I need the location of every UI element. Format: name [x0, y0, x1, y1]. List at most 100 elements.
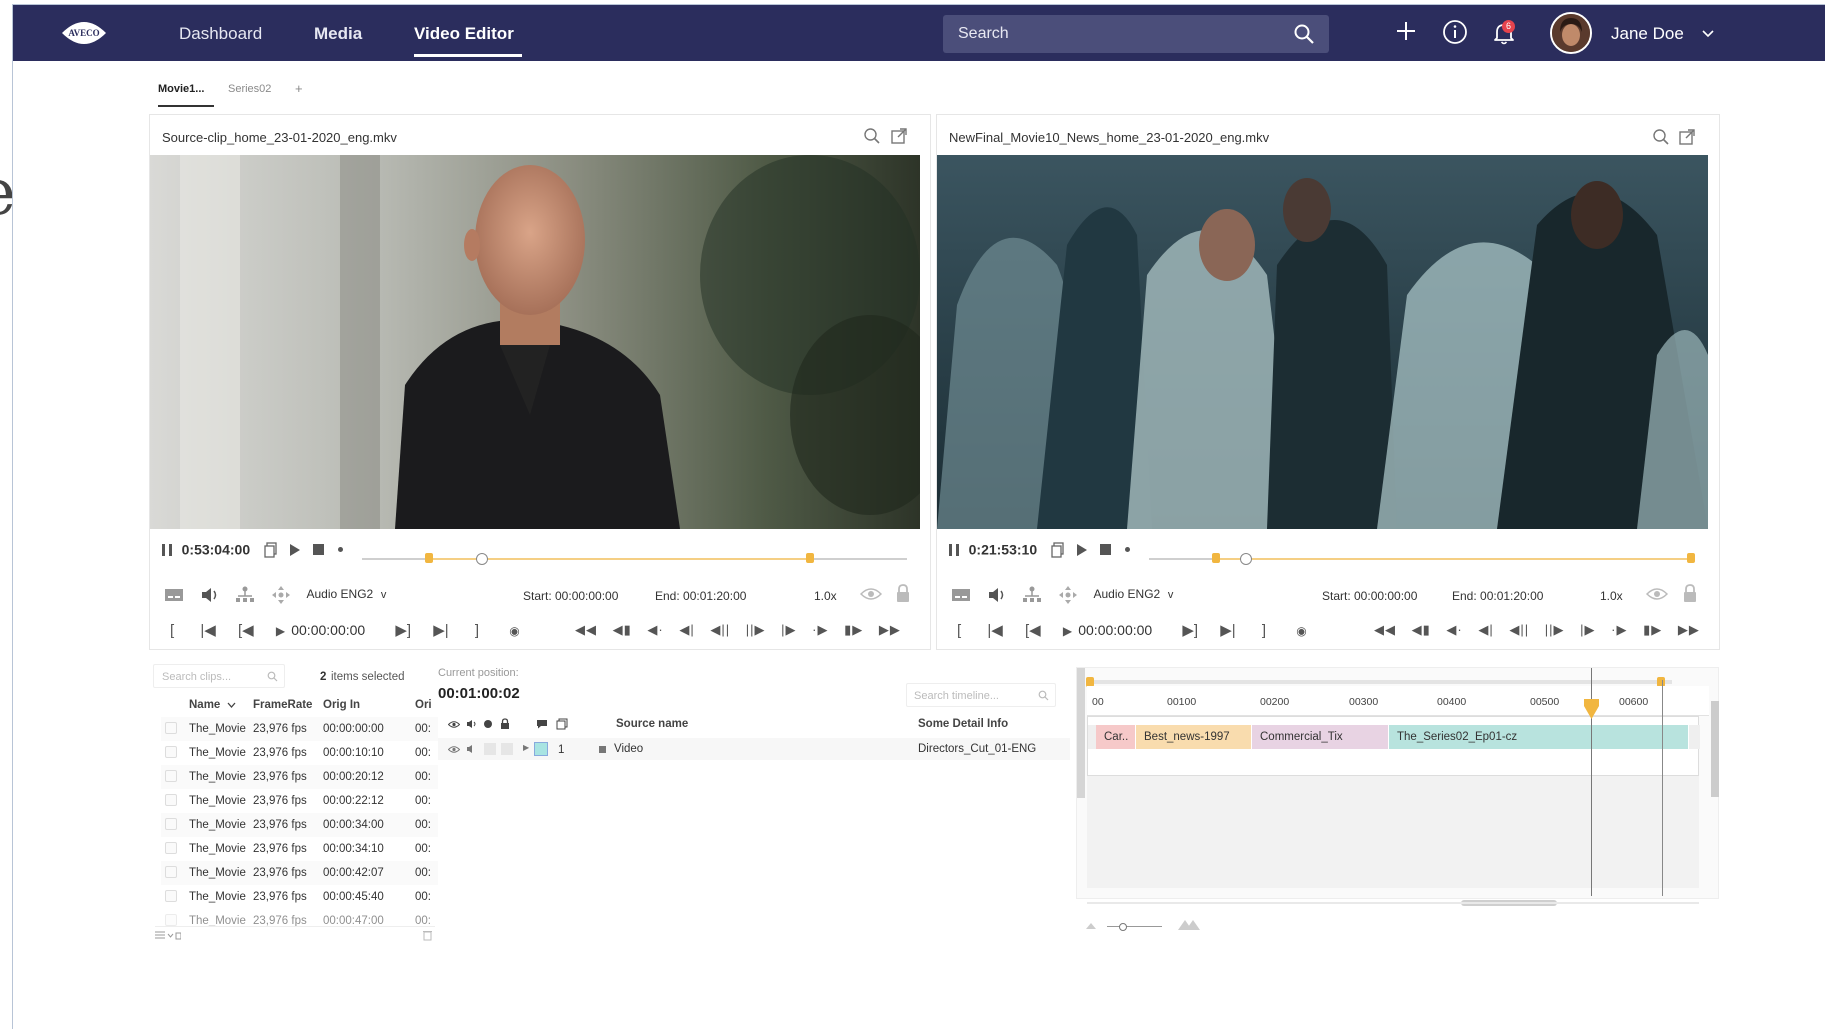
- info-icon[interactable]: [1442, 19, 1468, 45]
- lock-toggle[interactable]: [501, 743, 513, 755]
- frame-forward-icon[interactable]: ||▶: [1545, 622, 1565, 637]
- clip-search-input[interactable]: Search clips...: [153, 664, 285, 688]
- step-forward-icon[interactable]: |▶: [781, 622, 796, 637]
- go-to-out-icon[interactable]: ▶]: [1182, 622, 1198, 639]
- fast-forward-icon[interactable]: ▶▶: [1678, 622, 1700, 637]
- step-back-icon[interactable]: ◀|: [679, 622, 694, 637]
- row-checkbox[interactable]: [165, 794, 177, 806]
- volume-icon[interactable]: [466, 719, 478, 729]
- go-to-in-icon[interactable]: [◀: [1025, 622, 1041, 639]
- source-audio-select[interactable]: Audio ENG2: [307, 587, 374, 601]
- source-speed-select[interactable]: 1.0x: [814, 589, 837, 603]
- row-checkbox[interactable]: [165, 890, 177, 902]
- lock-icon[interactable]: [500, 718, 510, 730]
- logo[interactable]: AVECO: [58, 15, 110, 49]
- frame-forward-icon[interactable]: ||▶: [746, 622, 766, 637]
- play-icon[interactable]: [289, 543, 301, 557]
- timeline-clip[interactable]: Car..: [1096, 725, 1136, 749]
- mark-out-bracket-icon[interactable]: ]: [1262, 622, 1266, 639]
- step-forward-icon[interactable]: |▶: [1580, 622, 1595, 637]
- record-icon[interactable]: [1124, 547, 1130, 553]
- slow-rewind-icon[interactable]: ◀·: [647, 622, 663, 637]
- frame-back-icon[interactable]: ◀||: [710, 622, 730, 637]
- timeline-ruler[interactable]: 00 00100 00200 00300 00400 00500 00600: [1087, 686, 1709, 716]
- timeline-search-input[interactable]: Search timeline...: [906, 683, 1056, 707]
- nav-media[interactable]: Media: [314, 24, 362, 44]
- timeline-clip[interactable]: The_Series02_Ep01-cz: [1389, 725, 1689, 749]
- subtitles-icon[interactable]: [951, 587, 971, 603]
- subtitles-icon[interactable]: [164, 587, 184, 603]
- rewind-icon[interactable]: ◀▮: [613, 622, 632, 637]
- stop-icon[interactable]: [1100, 544, 1111, 556]
- copy-icon[interactable]: [264, 541, 278, 558]
- search-icon[interactable]: [267, 671, 278, 682]
- lock-icon[interactable]: [895, 583, 911, 603]
- expand-track-icon[interactable]: ▶: [523, 743, 529, 752]
- go-to-start-icon[interactable]: |◀: [200, 622, 215, 639]
- copy-icon[interactable]: [1051, 541, 1065, 558]
- play-small-icon[interactable]: ▶: [1063, 624, 1072, 638]
- frame-back-icon[interactable]: ◀||: [1509, 622, 1529, 637]
- sort-chevron-icon[interactable]: [227, 702, 236, 709]
- fast-rewind-icon[interactable]: ◀◀: [575, 622, 597, 637]
- row-checkbox[interactable]: [165, 746, 177, 758]
- eye-icon[interactable]: [448, 720, 460, 729]
- go-to-end-icon[interactable]: ▶|: [433, 622, 448, 639]
- source-playhead-knob[interactable]: [476, 553, 488, 565]
- table-row[interactable]: The_Movie 23,976 fps 00:00:42:07 00:: [161, 861, 438, 885]
- program-position[interactable]: 00:00:00:00: [1078, 622, 1152, 638]
- open-external-icon[interactable]: [890, 127, 908, 145]
- user-name[interactable]: Jane Doe: [1611, 24, 1684, 44]
- clone-icon[interactable]: [556, 718, 568, 730]
- row-checkbox[interactable]: [165, 866, 177, 878]
- zoom-icon[interactable]: [863, 127, 881, 145]
- list-view-icon[interactable]: [155, 931, 181, 940]
- search-icon[interactable]: [1038, 690, 1049, 701]
- search-icon[interactable]: [1293, 23, 1315, 45]
- routing-icon[interactable]: [1022, 586, 1042, 604]
- comment-icon[interactable]: [536, 719, 548, 729]
- pause-icon[interactable]: [949, 543, 959, 556]
- nav-dashboard[interactable]: Dashboard: [179, 24, 262, 44]
- track-row[interactable]: ▶ 1 Video Directors_Cut_01-ENG: [438, 738, 1070, 760]
- track-color-swatch[interactable]: [534, 742, 548, 756]
- source-video-frame[interactable]: [150, 155, 920, 529]
- table-row[interactable]: The_Movie 23,976 fps 00:00:47:00 00:: [161, 909, 438, 927]
- volume-icon[interactable]: [466, 744, 478, 754]
- program-playhead-knob[interactable]: [1240, 553, 1252, 565]
- program-audio-select[interactable]: Audio ENG2: [1094, 587, 1161, 601]
- slow-forward-icon[interactable]: ·▶: [812, 622, 828, 637]
- program-video-frame[interactable]: [937, 155, 1708, 529]
- go-to-end-icon[interactable]: ▶|: [1220, 622, 1235, 639]
- table-row[interactable]: The_Movie 23,976 fps 00:00:34:10 00:: [161, 837, 438, 861]
- tab-series02[interactable]: Series02: [228, 83, 271, 95]
- fast-rewind-icon[interactable]: ◀◀: [1374, 622, 1396, 637]
- step-back-icon[interactable]: ◀|: [1478, 622, 1493, 637]
- timeline-range-bar[interactable]: [1087, 680, 1672, 684]
- row-checkbox[interactable]: [165, 818, 177, 830]
- volume-icon[interactable]: [200, 587, 220, 603]
- slow-rewind-icon[interactable]: ◀·: [1446, 622, 1462, 637]
- col-orig-in[interactable]: Orig In: [323, 699, 360, 711]
- add-tab-button[interactable]: +: [295, 81, 303, 96]
- trash-icon[interactable]: [423, 930, 432, 941]
- program-in-marker[interactable]: [1212, 553, 1220, 563]
- timeline-left-scrollbar[interactable]: [1077, 668, 1085, 798]
- move-icon[interactable]: [1058, 585, 1078, 605]
- zoom-out-icon[interactable]: [1085, 922, 1097, 930]
- open-external-icon[interactable]: [1678, 128, 1696, 146]
- eye-icon[interactable]: [1646, 586, 1668, 602]
- row-checkbox[interactable]: [165, 914, 177, 926]
- chevron-down-icon[interactable]: [1702, 29, 1714, 39]
- lock-icon[interactable]: [1682, 583, 1698, 603]
- eye-icon[interactable]: [860, 586, 882, 602]
- timeline-clip[interactable]: Best_news-1997: [1136, 725, 1252, 749]
- stop-icon[interactable]: [313, 544, 324, 556]
- volume-icon[interactable]: [987, 587, 1007, 603]
- play-small-icon[interactable]: ▶: [276, 624, 285, 638]
- go-to-out-icon[interactable]: ▶]: [395, 622, 411, 639]
- record-toggle[interactable]: [484, 743, 496, 755]
- table-row[interactable]: The_Movie 23,976 fps 00:00:20:12 00:: [161, 765, 438, 789]
- routing-icon[interactable]: [235, 586, 255, 604]
- mark-in-bracket-icon[interactable]: [: [957, 622, 961, 639]
